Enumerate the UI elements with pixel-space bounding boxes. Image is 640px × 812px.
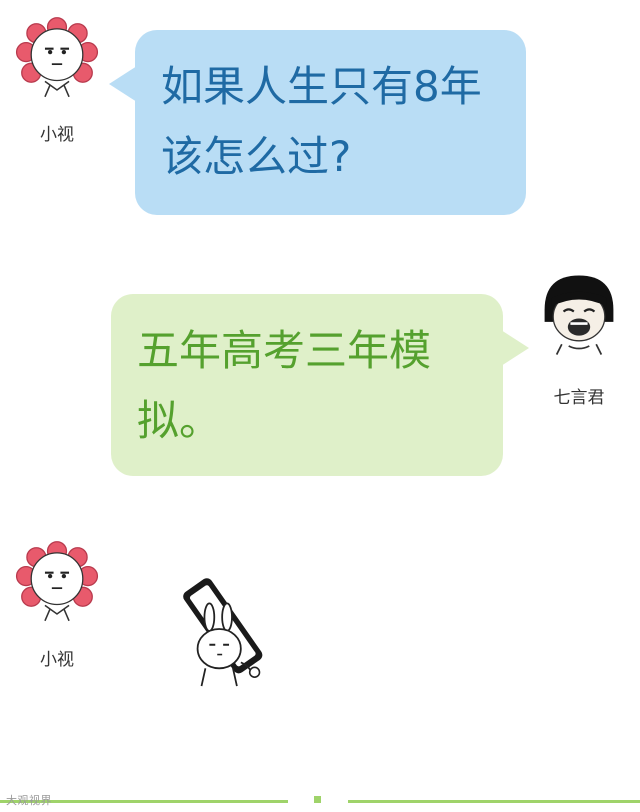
- avatar-xiaoshi[interactable]: [14, 540, 100, 626]
- message-text-line: 如果人生只有8年: [161, 62, 482, 111]
- bubble-tail: [501, 330, 529, 366]
- sender-name: 七言君: [553, 388, 605, 408]
- sunflower-face-icon: [15, 17, 99, 98]
- sunflower-face-icon: [15, 541, 99, 622]
- bubble-tail: [109, 66, 137, 102]
- footer-divider-dot: [314, 796, 321, 803]
- message-bubble-outgoing[interactable]: 五年高考三年模 拟。: [111, 294, 529, 476]
- sticker-message[interactable]: [172, 566, 290, 690]
- avatar-xiaoshi[interactable]: [14, 16, 100, 102]
- message-text-line: 拟。: [137, 396, 222, 445]
- sender-name: 小视: [40, 125, 74, 145]
- rabbit-holding-phone-sticker-icon: [183, 578, 263, 687]
- bowl-cut-laughing-face-icon: [544, 275, 614, 355]
- watermark: 大观视界: [6, 794, 52, 807]
- footer-divider-right: [348, 800, 640, 803]
- avatar-qiyanjun[interactable]: [536, 272, 622, 358]
- message-text-line: 五年高考三年模: [137, 326, 432, 375]
- sender-name: 小视: [40, 650, 74, 670]
- chat-screen: 小视 如果人生只有8年 该怎么过? 七言君 五年高考三年模 拟。 小视 大观视界: [0, 0, 640, 812]
- message-bubble-incoming[interactable]: 如果人生只有8年 该怎么过?: [109, 30, 526, 215]
- message-text-line: 该怎么过?: [161, 132, 352, 181]
